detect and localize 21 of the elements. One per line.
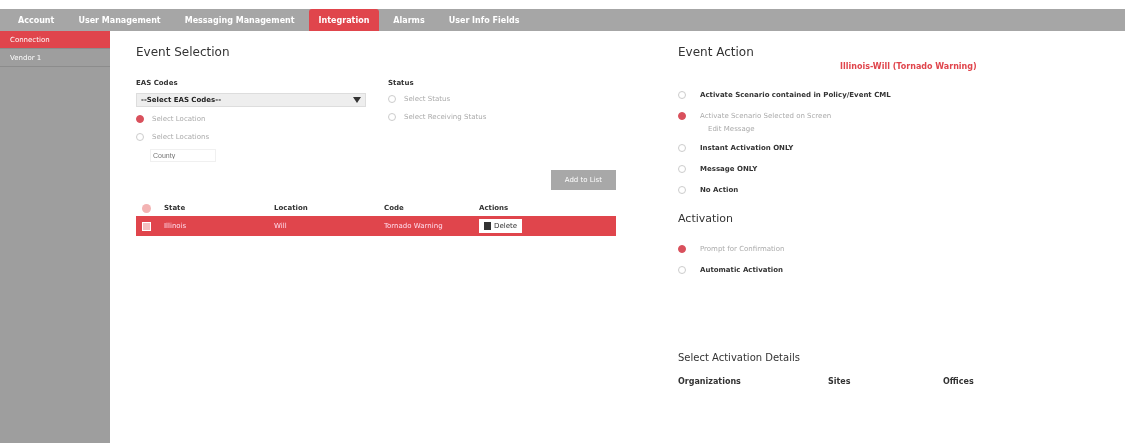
select-all-icon[interactable] bbox=[142, 203, 151, 213]
column-header: Sites bbox=[828, 377, 852, 386]
caret-icon bbox=[353, 97, 361, 103]
event-name: Illinois-Will (Tornado Warning) bbox=[840, 62, 978, 71]
section-title: Event Selection bbox=[136, 45, 231, 59]
row-checkbox[interactable] bbox=[142, 221, 151, 231]
nav-tab[interactable]: Alarms bbox=[383, 9, 435, 31]
section-title: Event Action bbox=[678, 45, 755, 59]
trash-icon bbox=[484, 222, 491, 230]
nav-tab[interactable]: Messaging Management bbox=[174, 9, 305, 31]
radio-button[interactable] bbox=[136, 115, 144, 123]
nav-tab[interactable]: User Management bbox=[68, 9, 171, 31]
section-title: Activation bbox=[678, 212, 735, 225]
column-header: Offices bbox=[943, 377, 975, 386]
section-title: Select Activation Details bbox=[678, 352, 801, 363]
nav-tab[interactable]: Account bbox=[8, 9, 65, 31]
radio-button[interactable] bbox=[678, 245, 686, 253]
nav-tab[interactable]: User Info Fields bbox=[438, 9, 530, 31]
column-header: Organizations bbox=[678, 377, 742, 386]
radio-button[interactable] bbox=[678, 112, 686, 120]
nav-tab[interactable]: Integration bbox=[308, 9, 380, 31]
